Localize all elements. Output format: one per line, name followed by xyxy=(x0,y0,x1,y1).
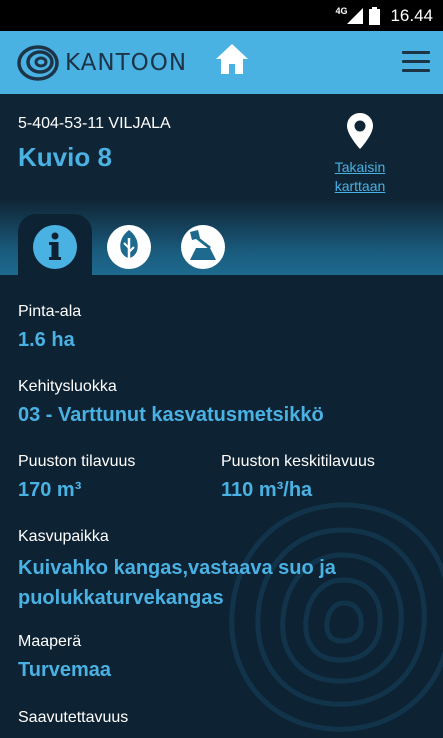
field-accessibility: Saavutettavuus xyxy=(18,709,418,727)
axe-stump-icon xyxy=(181,225,225,269)
signal-icon xyxy=(347,7,364,24)
menu-line xyxy=(402,51,430,54)
back-to-map-link[interactable]: Takaisin karttaan xyxy=(328,112,392,196)
menu-button[interactable] xyxy=(402,51,430,75)
details-panel[interactable]: Pinta-ala 1.6 ha Kehitysluokka 03 - Vart… xyxy=(0,275,443,738)
field-volume: Puuston tilavuus 170 m³ xyxy=(18,453,213,505)
accessibility-label: Saavutettavuus xyxy=(18,709,129,726)
brand-name: KANTOON xyxy=(65,50,188,76)
tab-harvest[interactable] xyxy=(180,224,226,270)
clock: 16.44 xyxy=(390,5,433,25)
avg-volume-value: 110 m³/ha xyxy=(221,479,313,501)
home-button[interactable] xyxy=(215,42,249,78)
back-link-line1: Takaisin xyxy=(334,159,386,175)
app-bar: KANTOON xyxy=(0,31,443,94)
info-icon xyxy=(33,225,77,269)
tab-tree[interactable] xyxy=(106,224,152,270)
soil-label: Maaperä xyxy=(18,633,82,650)
parcel-id: 5-404-53-11 VILJALA xyxy=(18,115,171,132)
field-site-type: Kasvupaikka Kuivahko kangas,vastaava suo… xyxy=(18,528,378,613)
avg-volume-label: Puuston keskitilavuus xyxy=(221,453,375,470)
soil-value: Turvemaa xyxy=(18,659,112,681)
menu-line xyxy=(402,60,430,63)
dev-class-label: Kehitysluokka xyxy=(18,378,117,395)
logo-rings-icon xyxy=(17,45,59,81)
site-type-value: Kuivahko kangas,vastaava suo ja puolukka… xyxy=(18,557,336,609)
dev-class-value: 03 - Varttunut kasvatusmetsikkö xyxy=(18,404,324,426)
field-area: Pinta-ala 1.6 ha xyxy=(18,303,418,355)
area-value: 1.6 ha xyxy=(18,329,75,351)
map-pin-icon xyxy=(347,113,373,149)
tree-icon xyxy=(107,225,151,269)
figure-header: 5-404-53-11 VILJALA Kuvio 8 Takaisin kar… xyxy=(0,94,443,200)
back-link-line2: karttaan xyxy=(334,178,386,194)
home-icon xyxy=(216,44,248,74)
field-dev-class: Kehitysluokka 03 - Varttunut kasvatusmet… xyxy=(18,378,428,430)
tab-strip xyxy=(0,200,443,275)
field-soil: Maaperä Turvemaa xyxy=(18,633,418,685)
site-type-label: Kasvupaikka xyxy=(18,528,109,545)
volume-value: 170 m³ xyxy=(18,479,82,501)
tab-info[interactable] xyxy=(32,224,78,270)
field-avg-volume: Puuston keskitilavuus 110 m³/ha xyxy=(221,453,436,505)
volume-label: Puuston tilavuus xyxy=(18,453,136,470)
app-logo[interactable]: KANTOON xyxy=(17,43,187,83)
area-label: Pinta-ala xyxy=(18,303,82,320)
figure-title: Kuvio 8 xyxy=(18,142,112,172)
battery-icon xyxy=(369,6,381,25)
status-bar: 4G 16.44 xyxy=(0,0,443,31)
network-type: 4G xyxy=(335,5,348,16)
menu-line xyxy=(402,69,430,72)
